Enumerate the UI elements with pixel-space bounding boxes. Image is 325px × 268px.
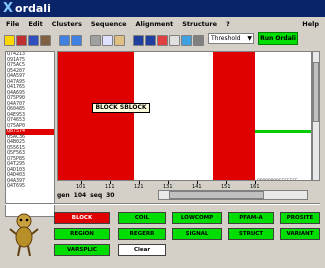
seq-label: seq (90, 191, 103, 199)
feature-button-clear[interactable]: Clear (118, 244, 166, 256)
menu-bar: File Edit Clusters Sequence Alignment St… (0, 18, 325, 30)
feature-button-lowcomp[interactable]: LOWCOMP (172, 212, 222, 224)
horizontal-scroll-thumb[interactable] (169, 191, 264, 199)
zoom-icon[interactable] (181, 34, 192, 46)
feature-button-prosite[interactable]: PROSITE (280, 212, 320, 224)
chevron-down-icon: ▼ (247, 35, 252, 42)
menu-file[interactable]: File (6, 20, 19, 28)
sequence-name-list[interactable]: Q74213 Q91A75 Q75AC5 Q54207 Q4A597 Q47A95 Q417… (5, 51, 55, 217)
alignment-view[interactable]: PPPPPPPPFFFFFFF (57, 51, 312, 181)
cut-icon[interactable] (90, 34, 101, 46)
mascot-icon (9, 213, 39, 257)
save-as-icon[interactable] (28, 34, 39, 46)
vertical-scroll-thumb[interactable] (313, 62, 319, 122)
threshold-select[interactable]: Threshold ▼ (208, 33, 254, 44)
feature-button-varsplic[interactable]: VARSPLIC (54, 244, 110, 256)
paste-icon[interactable] (114, 34, 125, 46)
color-icon[interactable] (157, 34, 168, 46)
feature-button-region[interactable]: REGION (54, 228, 110, 240)
selection-highlight (255, 130, 311, 133)
sequence-name[interactable]: Q4T695 (6, 183, 54, 190)
settings-icon[interactable] (193, 34, 204, 46)
feature-button-block[interactable]: BLOCK (54, 212, 110, 224)
menu-sequence[interactable]: Sequence (91, 20, 127, 28)
vertical-scrollbar[interactable] (312, 51, 320, 181)
menu-structure[interactable]: Structure (182, 20, 217, 28)
feature-button-regerr[interactable]: REGERR (118, 228, 166, 240)
gen-label: gen (57, 191, 70, 199)
menu-help[interactable]: Help (302, 20, 319, 28)
status-bar: gen 104 seq 30 (57, 190, 153, 200)
divider (5, 203, 320, 205)
open-folder-icon[interactable] (4, 34, 15, 46)
unlock-icon[interactable] (145, 34, 156, 46)
app-logo: X (3, 1, 14, 16)
save-icon[interactable] (16, 34, 27, 46)
redo-icon[interactable] (71, 34, 82, 46)
menu-edit[interactable]: Edit (28, 20, 42, 28)
menu-clusters[interactable]: Clusters (52, 20, 82, 28)
feature-button-coil[interactable]: COIL (118, 212, 166, 224)
menu-question[interactable]: ? (226, 20, 230, 28)
run-ordali-button[interactable]: Run Ordali (258, 32, 298, 45)
menu-alignment[interactable]: Alignment (136, 20, 174, 28)
window-title: ordali (15, 2, 51, 15)
print-icon[interactable] (40, 34, 51, 46)
feature-button-signal[interactable]: SIGNAL (172, 228, 222, 240)
horizontal-scrollbar[interactable] (158, 190, 308, 200)
title-bar: X ordali (0, 0, 325, 17)
undo-icon[interactable] (59, 34, 70, 46)
feature-button-pfam-a[interactable]: PFAM-A (228, 212, 274, 224)
block-tooltip: BLOCK SBLOCK (92, 103, 150, 113)
grid-icon[interactable] (169, 34, 180, 46)
feature-button-variant[interactable]: VARIANT (280, 228, 320, 240)
feature-button-struct[interactable]: STRUCT (228, 228, 274, 240)
lock-icon[interactable] (133, 34, 144, 46)
seq-value: 30 (106, 191, 115, 199)
gen-value: 104 (73, 191, 87, 199)
copy-icon[interactable] (102, 34, 113, 46)
